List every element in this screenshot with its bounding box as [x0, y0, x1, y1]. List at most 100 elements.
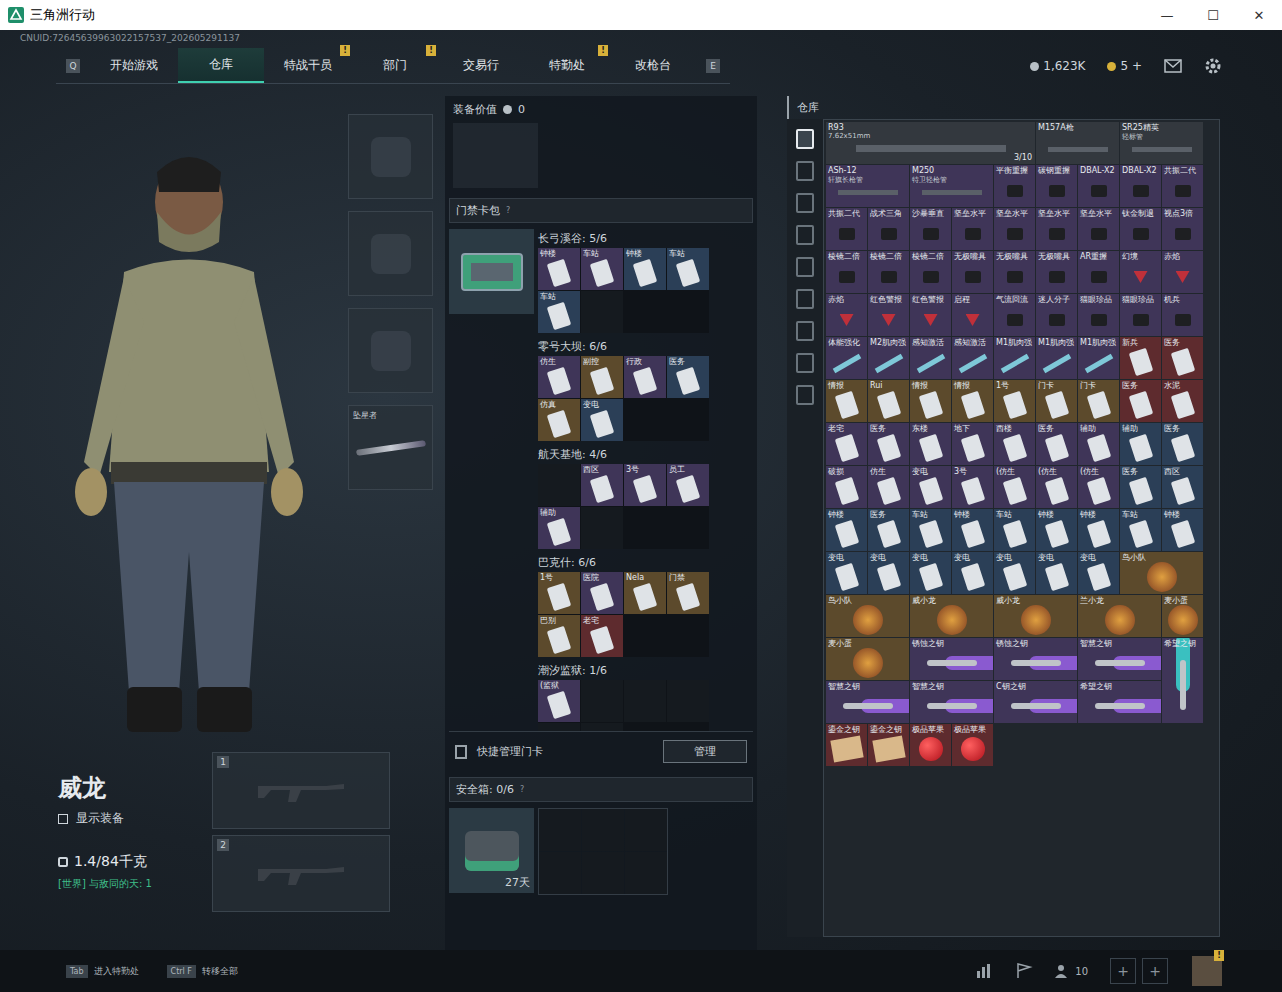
storage-item[interactable]: 希望之钥 — [1078, 681, 1161, 723]
keycard-slot[interactable] — [667, 680, 709, 722]
keycard-slot[interactable]: 门禁 — [667, 572, 709, 614]
stats-icon[interactable] — [975, 963, 993, 979]
safe-cell[interactable] — [582, 809, 624, 851]
storage-tab-icon[interactable] — [796, 385, 814, 405]
keycard-slot[interactable]: 老宅 — [581, 615, 623, 657]
safe-cell[interactable] — [625, 809, 667, 851]
storage-item[interactable]: 智慧之钥 — [826, 681, 909, 723]
storage-item[interactable]: 幻境 — [1120, 251, 1161, 293]
storage-item[interactable]: 无极嘴具 — [1036, 251, 1077, 293]
keycard-slot[interactable]: 1号 — [538, 572, 580, 614]
storage-item[interactable]: 变电 — [826, 552, 867, 594]
storage-item[interactable]: 坚垒水平 — [952, 208, 993, 250]
manage-button[interactable]: 管理 — [663, 740, 747, 763]
storage-item[interactable]: 变电 — [868, 552, 909, 594]
storage-item[interactable]: 西区 — [1162, 466, 1203, 508]
storage-item[interactable]: 变电 — [910, 466, 951, 508]
storage-item[interactable]: 钟楼 — [826, 509, 867, 551]
key-hint[interactable]: Ctrl F转移全部 — [167, 965, 238, 978]
keycard-slot[interactable]: 3号 — [624, 464, 666, 506]
storage-item[interactable]: 猫眼珍品 — [1120, 294, 1161, 336]
storage-item[interactable]: 情报 — [826, 380, 867, 422]
storage-item[interactable]: 平衡重握 — [994, 165, 1035, 207]
backpack-slot[interactable] — [453, 123, 538, 188]
storage-item[interactable]: 情报 — [952, 380, 993, 422]
nav-tab[interactable]: 部门 ! — [352, 49, 438, 82]
storage-item[interactable]: 猫眼珍品 — [1078, 294, 1119, 336]
storage-item[interactable]: 医务 — [1120, 466, 1161, 508]
storage-item[interactable]: Rui — [868, 380, 909, 422]
keycard-slot[interactable]: 车站 — [581, 248, 623, 290]
storage-item[interactable]: 极品苹果 — [910, 724, 951, 766]
storage-item[interactable]: 威小龙 — [994, 595, 1077, 637]
storage-item[interactable]: 医务 — [1036, 423, 1077, 465]
storage-item[interactable]: 共振二代 — [1162, 165, 1203, 207]
storage-item[interactable]: M2肌肉强 — [868, 337, 909, 379]
storage-item[interactable]: 仿生 — [868, 466, 909, 508]
keycard-slot[interactable]: 行政 — [624, 356, 666, 398]
storage-item[interactable]: 医务 — [868, 423, 909, 465]
weapon-slot[interactable]: 1 — [212, 752, 390, 829]
storage-item[interactable]: 地下 — [952, 423, 993, 465]
storage-item[interactable]: 感知激活 — [952, 337, 993, 379]
storage-item[interactable]: 车站 — [910, 509, 951, 551]
key-hint[interactable]: Tab进入特勤处 — [66, 965, 139, 978]
keycard-slot[interactable] — [538, 723, 580, 731]
show-gear-checkbox[interactable]: 显示装备 — [58, 810, 212, 827]
keycard-slot[interactable]: 车站 — [667, 248, 709, 290]
storage-item[interactable]: 机兵 — [1162, 294, 1203, 336]
nav-tab[interactable]: 仓库 — [178, 48, 264, 83]
storage-item[interactable]: 感知激活 — [910, 337, 951, 379]
nav-tab[interactable]: 开始游戏 — [90, 49, 178, 82]
storage-item[interactable]: 体能强化 — [826, 337, 867, 379]
gear-slot[interactable]: 坠星者 — [348, 405, 433, 490]
storage-item[interactable]: 辅助 — [1120, 423, 1161, 465]
storage-item[interactable]: SR25精英轻标管 — [1120, 122, 1203, 164]
storage-item[interactable]: 坚垒水平 — [1078, 208, 1119, 250]
weapon-slot[interactable]: 2 — [212, 835, 390, 912]
nav-prev-key[interactable]: Q — [66, 59, 80, 73]
keycard-slot[interactable]: 钟楼 — [538, 248, 580, 290]
safe-cell[interactable] — [625, 852, 667, 894]
nav-tab[interactable]: 交易行 — [438, 49, 524, 82]
nav-tab[interactable]: 特战干员 ! — [264, 49, 352, 82]
storage-item[interactable]: M157A枪 — [1036, 122, 1119, 164]
help-badge[interactable]: ? — [520, 785, 524, 794]
storage-item[interactable]: 医务 — [1162, 423, 1203, 465]
storage-tab-icon[interactable] — [796, 353, 814, 373]
storage-item[interactable]: 麦小蛋 — [826, 638, 909, 680]
keycard-case[interactable] — [449, 229, 534, 314]
keycard-slot[interactable] — [581, 291, 623, 333]
storage-item[interactable]: 坚垒水平 — [994, 208, 1035, 250]
storage-tab-icon[interactable] — [796, 225, 814, 245]
storage-item[interactable]: C钥之钥 — [994, 681, 1077, 723]
keycard-slot[interactable]: 变电 — [581, 399, 623, 441]
storage-item[interactable]: 变电 — [952, 552, 993, 594]
storage-item[interactable]: 医务 — [868, 509, 909, 551]
keycard-slot[interactable]: Nela — [624, 572, 666, 614]
keycard-slot[interactable] — [538, 464, 580, 506]
storage-item[interactable]: 1号 — [994, 380, 1035, 422]
keycard-slot[interactable]: 钟楼 — [624, 248, 666, 290]
storage-item[interactable]: 钟楼 — [952, 509, 993, 551]
help-badge[interactable]: ? — [506, 206, 510, 215]
storage-item[interactable]: 鸟小队 — [826, 595, 909, 637]
storage-item[interactable]: 无极嘴具 — [952, 251, 993, 293]
storage-item[interactable]: 视点3倍 — [1162, 208, 1203, 250]
storage-item[interactable]: 共振二代 — [826, 208, 867, 250]
keycard-slot[interactable]: (监狱 — [538, 680, 580, 722]
storage-item[interactable]: 变电 — [1078, 552, 1119, 594]
gear-slot[interactable] — [348, 211, 433, 296]
storage-tab-icon[interactable] — [796, 193, 814, 213]
storage-tab-icon[interactable] — [796, 289, 814, 309]
window-control-button[interactable]: ☐ — [1190, 0, 1236, 30]
player-avatar[interactable]: ! — [1192, 956, 1222, 986]
storage-item[interactable]: 战术三角 — [868, 208, 909, 250]
nav-tab[interactable]: 特勤处 ! — [524, 49, 610, 82]
storage-item[interactable]: 门卡 — [1036, 380, 1077, 422]
storage-item[interactable]: 锈蚀之钥 — [994, 638, 1077, 680]
storage-item[interactable]: (仿生 — [1036, 466, 1077, 508]
storage-item[interactable]: 希望之钥 — [1162, 638, 1203, 723]
mail-icon[interactable] — [1164, 59, 1182, 73]
keycard-slot[interactable] — [581, 723, 623, 731]
